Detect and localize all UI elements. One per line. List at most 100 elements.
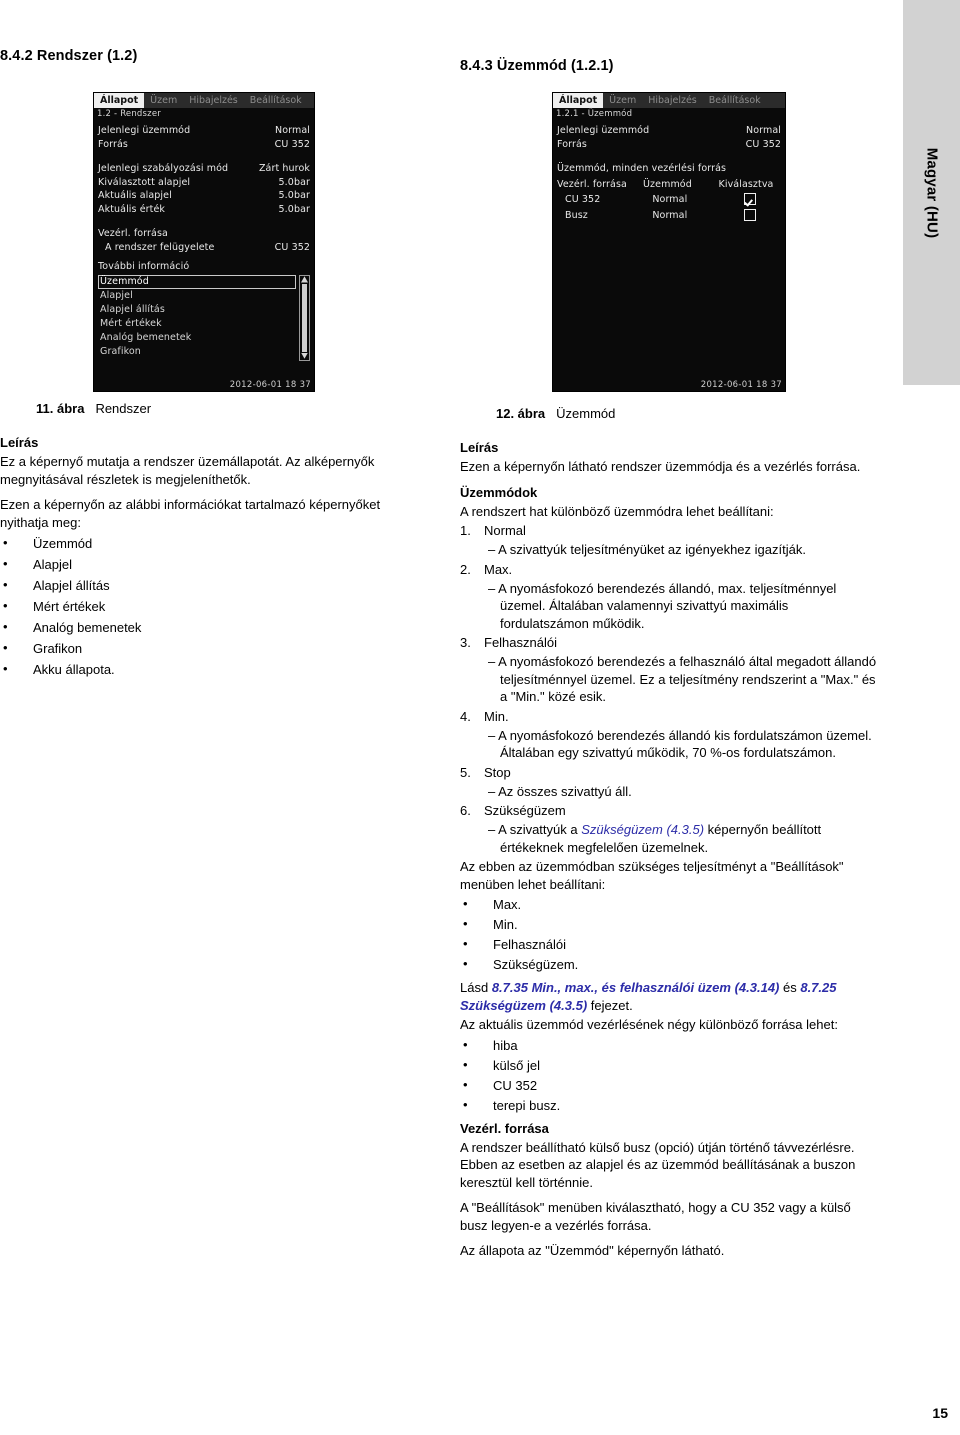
see-also-para: Lásd 8.7.35 Min., max., és felhasználói … bbox=[460, 979, 880, 1014]
screen1-row-label: Aktuális alapjel bbox=[98, 190, 172, 201]
screen1-list-item[interactable]: Alapjel bbox=[98, 289, 310, 303]
modes-intro: A rendszert hat különböző üzemmódra lehe… bbox=[460, 503, 774, 519]
mode-name: Normal bbox=[484, 523, 526, 538]
mode-number: 1. bbox=[460, 523, 471, 538]
screen2-timestamp: 2012-06-01 18 37 bbox=[700, 380, 782, 390]
sources-bullet-list: hiba külső jel CU 352 terepi busz. bbox=[460, 1035, 880, 1116]
figure-caption-11: 11. ábra Rendszer bbox=[0, 400, 420, 417]
screen1-row-label: Jelenlegi üzemmód bbox=[98, 125, 191, 136]
screen2-table-row[interactable]: CU 352 Normal bbox=[557, 192, 781, 210]
screen2-menu-beallitasok[interactable]: Beállítások bbox=[703, 93, 767, 108]
screen1-list-item[interactable]: Alapjel állítás bbox=[98, 303, 310, 317]
screen2-menu-allapot[interactable]: Állapot bbox=[553, 93, 604, 108]
left-text-column: 11. ábra Rendszer Leírás Ez a képernyő mu… bbox=[0, 400, 420, 684]
screen2-menubar: Állapot Üzem Hibajelzés Beállítások bbox=[553, 93, 785, 108]
screen1-row-label: Forrás bbox=[98, 138, 128, 150]
list-item: Grafikon bbox=[0, 637, 420, 659]
perf-bullet-list: Max. Min. Felhasználói Szükségüzem. bbox=[460, 894, 880, 975]
screen1-timestamp: 2012-06-01 18 37 bbox=[229, 380, 311, 390]
figure-number: 11. ábra bbox=[36, 401, 85, 416]
screen1-row: Jelenlegi üzemmód Normal bbox=[98, 124, 310, 138]
mode-name: Szükségüzem bbox=[484, 803, 566, 818]
list-item: Mért értékek bbox=[0, 595, 420, 617]
cross-reference-link-minmax[interactable]: 8.7.35 Min., max., és felhasználói üzem … bbox=[492, 980, 780, 995]
screen1-row-value: 5.0bar bbox=[278, 203, 310, 215]
see-also-suffix: fejezet. bbox=[587, 997, 633, 1013]
mode-detail: – A szivattyúk a Szükségüzem (4.3.5) kép… bbox=[488, 822, 822, 855]
mode-detail-text: Az összes szivattyú áll. bbox=[498, 783, 632, 799]
screen2-checkbox-checked[interactable] bbox=[743, 192, 756, 205]
list-item: külső jel bbox=[460, 1055, 880, 1076]
scrollbar-thumb[interactable] bbox=[302, 283, 307, 352]
mode-detail-text: A nyomásfokozó berendezés a felhasználó … bbox=[498, 654, 877, 704]
see-also-middle: és bbox=[779, 980, 801, 995]
list-item: Akku állapota. bbox=[0, 658, 420, 680]
list-item: Min. bbox=[460, 914, 880, 935]
screen1-menu-hibajelzes[interactable]: Hibajelzés bbox=[183, 93, 244, 108]
screen2-row-label: Forrás bbox=[557, 138, 587, 150]
language-side-tab-label: Magyar (HU) bbox=[923, 147, 940, 238]
mode-detail: – A szivattyúk teljesítményüket az igény… bbox=[488, 542, 806, 557]
screen1-row-label: Kiválasztott alapjel bbox=[98, 176, 191, 188]
screen1-row: Kiválasztott alapjel 5.0bar bbox=[98, 176, 310, 190]
scroll-down-arrow-icon[interactable] bbox=[301, 352, 308, 359]
screen1-row: Aktuális alapjel 5.0bar bbox=[98, 189, 310, 203]
mode-item: 2. Max. – A nyomásfokozó berendezés álla… bbox=[460, 561, 880, 633]
left-desc-heading: Leírás bbox=[0, 435, 39, 450]
mode-item: 5. Stop – Az összes szivattyú áll. bbox=[460, 764, 880, 801]
screen1-control-source-row: A rendszer felügyelete CU 352 bbox=[98, 241, 310, 255]
list-item: Analóg bemenetek bbox=[0, 616, 420, 638]
ctrl-para-1: A rendszer beállítható külső busz (opció… bbox=[460, 1139, 856, 1190]
sources-intro: Az aktuális üzemmód vezérlésének négy kü… bbox=[460, 1017, 838, 1032]
mode-name: Felhasználói bbox=[484, 635, 557, 650]
mode-detail-text: A nyomásfokozó berendezés állandó, max. … bbox=[498, 580, 837, 631]
screen1-menu-allapot[interactable]: Állapot bbox=[94, 93, 145, 108]
screen1-menu-beallitasok[interactable]: Beállítások bbox=[244, 93, 308, 108]
mode-number: 4. bbox=[460, 708, 471, 724]
screen2-breadcrumb: 1.2.1 - Üzemmód bbox=[556, 109, 633, 119]
cross-reference-link-emergency[interactable]: Szükségüzem (4.3.5) bbox=[581, 822, 704, 837]
screen2-row-label: Jelenlegi üzemmód bbox=[557, 125, 650, 136]
screen2-menu-hibajelzes[interactable]: Hibajelzés bbox=[642, 93, 703, 108]
screen1-list-item[interactable]: Mért értékek bbox=[98, 317, 310, 331]
list-item: Alapjel állítás bbox=[0, 574, 420, 596]
mode-detail-text: A szivattyúk teljesítményüket az igények… bbox=[498, 542, 806, 557]
figure-caption-12: 12. ábra Üzemmód bbox=[460, 405, 880, 422]
figure-number: 12. ábra bbox=[496, 406, 546, 421]
ctrl-source-heading: Vezérl. forrása bbox=[460, 1120, 549, 1136]
mode-detail: – Az összes szivattyú áll. bbox=[488, 783, 632, 799]
screen1-scrollbar[interactable] bbox=[299, 274, 310, 361]
screen1-control-source-title: Vezérl. forrása bbox=[98, 228, 168, 239]
scroll-up-arrow-icon[interactable] bbox=[301, 276, 308, 283]
screen2-col-header-mode: Üzemmód bbox=[643, 179, 692, 190]
screen2-table: Vezérl. forrása Üzemmód Kiválasztva CU 3… bbox=[557, 178, 781, 226]
screen1-row-value: Zárt hurok bbox=[258, 163, 310, 174]
section-heading-left: 8.4.2 Rendszer (1.2) bbox=[0, 48, 138, 64]
screen1-list-item[interactable]: Grafikon bbox=[98, 345, 310, 359]
screen1-breadcrumb: 1.2 - Rendszer bbox=[97, 109, 161, 119]
language-side-tab: Magyar (HU) bbox=[903, 0, 960, 385]
screen1-info-list[interactable]: Üzemmód Alapjel Alapjel állítás Mért ért… bbox=[98, 274, 310, 361]
screen1-row-value: CU 352 bbox=[274, 138, 310, 150]
screen2-cell-mode: Normal bbox=[652, 193, 688, 205]
screen2-row: Jelenlegi üzemmód Normal bbox=[557, 124, 781, 138]
screen2-table-row[interactable]: Busz Normal bbox=[557, 209, 781, 226]
screen1-body: Jelenlegi üzemmód Normal Forrás CU 352 J… bbox=[94, 119, 314, 361]
figure-title: Rendszer bbox=[95, 401, 152, 416]
screen1-row-value: 5.0bar bbox=[278, 190, 310, 201]
mode-number: 3. bbox=[460, 635, 471, 650]
list-item: Üzemmód bbox=[0, 532, 420, 554]
screen1-list-item[interactable]: Analóg bemenetek bbox=[98, 331, 310, 345]
screen2-menu-uzem[interactable]: Üzem bbox=[603, 93, 642, 108]
mode-detail: – A nyomásfokozó berendezés a felhasznál… bbox=[488, 654, 877, 704]
ctrl-para-2: A "Beállítások" menüben kiválasztható, h… bbox=[460, 1200, 851, 1233]
screen2-checkbox-unchecked[interactable] bbox=[743, 209, 756, 221]
screen1-list-item-selected[interactable]: Üzemmód bbox=[98, 274, 296, 289]
screen1-menu-uzem[interactable]: Üzem bbox=[144, 93, 183, 108]
mode-number: 2. bbox=[460, 561, 471, 577]
screen1-menubar: Állapot Üzem Hibajelzés Beállítások bbox=[94, 93, 314, 108]
modes-list: 1. Normal – A szivattyúk teljesítményüke… bbox=[460, 522, 880, 856]
see-also-prefix: Lásd bbox=[460, 980, 492, 995]
device-screenshot-system: Állapot Üzem Hibajelzés Beállítások 1.2 … bbox=[93, 92, 315, 392]
screen1-row-value: 5.0bar bbox=[278, 176, 310, 188]
